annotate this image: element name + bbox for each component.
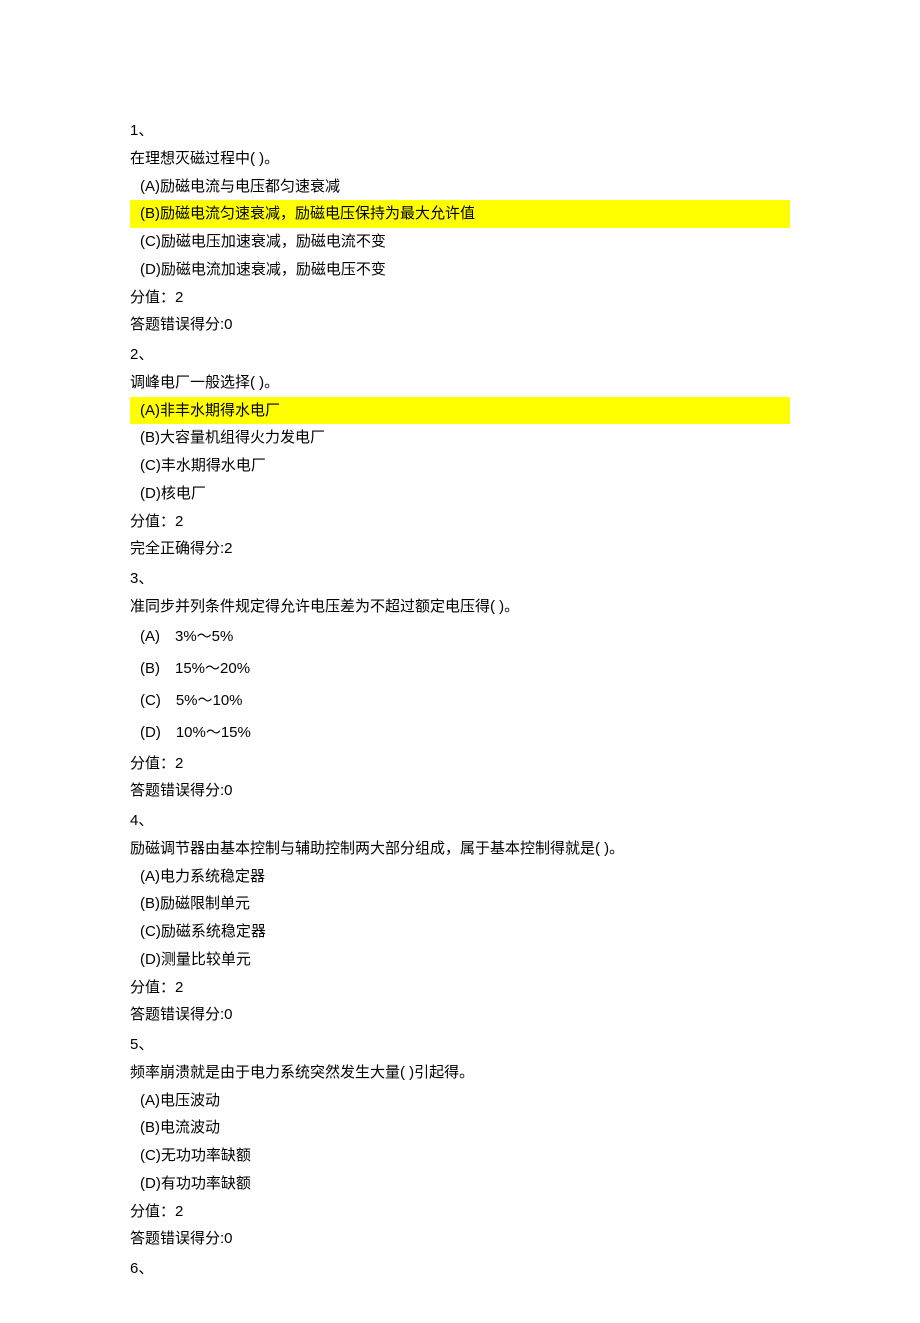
option: (D)核电厂 xyxy=(130,480,790,508)
option: (C)励磁系统稳定器 xyxy=(130,918,790,946)
result-label: 答题错误得分:0 xyxy=(130,1001,790,1029)
option: (B) 15%～20% xyxy=(130,653,790,685)
option: (A)非丰水期得水电厂 xyxy=(130,397,790,425)
question-number: 2、 xyxy=(130,341,790,369)
option: (A) 3%～5% xyxy=(130,621,790,653)
result-label: 答题错误得分:0 xyxy=(130,1225,790,1253)
option: (D) 10%～15% xyxy=(130,717,790,749)
question-stem: 频率崩溃就是由于电力系统突然发生大量( )引起得。 xyxy=(130,1059,790,1087)
document-page: 1、在理想灭磁过程中( )。(A)励磁电流与电压都匀速衰减(B)励磁电流匀速衰减… xyxy=(0,0,920,1323)
option: (B)电流波动 xyxy=(130,1114,790,1142)
question-stem: 励磁调节器由基本控制与辅助控制两大部分组成，属于基本控制得就是( )。 xyxy=(130,835,790,863)
score-label: 分值：2 xyxy=(130,750,790,778)
question-number: 4、 xyxy=(130,807,790,835)
score-label: 分值：2 xyxy=(130,284,790,312)
option: (C)丰水期得水电厂 xyxy=(130,452,790,480)
option: (B)励磁限制单元 xyxy=(130,890,790,918)
result-label: 答题错误得分:0 xyxy=(130,311,790,339)
question-number: 3、 xyxy=(130,565,790,593)
option: (A)励磁电流与电压都匀速衰减 xyxy=(130,173,790,201)
question-stem: 准同步并列条件规定得允许电压差为不超过额定电压得( )。 xyxy=(130,593,790,621)
question-stem: 在理想灭磁过程中( )。 xyxy=(130,145,790,173)
score-label: 分值：2 xyxy=(130,1198,790,1226)
result-label: 完全正确得分:2 xyxy=(130,535,790,563)
option: (A)电力系统稳定器 xyxy=(130,863,790,891)
option: (C) 5%～10% xyxy=(130,685,790,717)
question-number: 5、 xyxy=(130,1031,790,1059)
question-number: 1、 xyxy=(130,117,790,145)
option: (B)励磁电流匀速衰减，励磁电压保持为最大允许值 xyxy=(130,200,790,228)
question-stem: 调峰电厂一般选择( )。 xyxy=(130,369,790,397)
option: (C)励磁电压加速衰减，励磁电流不变 xyxy=(130,228,790,256)
option: (B)大容量机组得火力发电厂 xyxy=(130,424,790,452)
question-number: 6、 xyxy=(130,1255,790,1283)
result-label: 答题错误得分:0 xyxy=(130,777,790,805)
score-label: 分值：2 xyxy=(130,974,790,1002)
option: (A)电压波动 xyxy=(130,1087,790,1115)
option: (D)有功功率缺额 xyxy=(130,1170,790,1198)
option: (D)励磁电流加速衰减，励磁电压不变 xyxy=(130,256,790,284)
score-label: 分值：2 xyxy=(130,508,790,536)
option: (C)无功功率缺额 xyxy=(130,1142,790,1170)
option: (D)测量比较单元 xyxy=(130,946,790,974)
